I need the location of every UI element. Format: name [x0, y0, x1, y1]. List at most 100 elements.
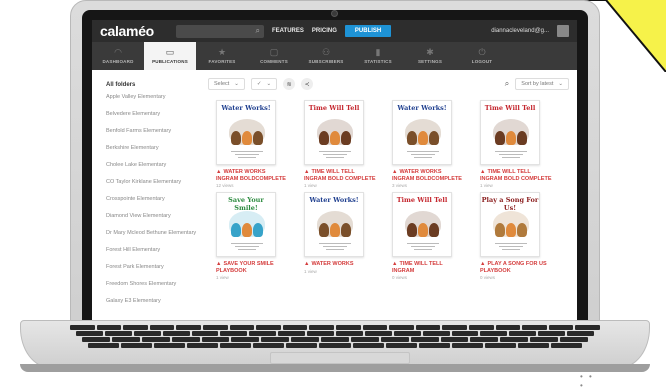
- publication-title-text: WATER WORKS: [311, 261, 354, 267]
- key: [154, 343, 186, 348]
- sidebar-folder[interactable]: Dr Mary Mcleod Bethune Elementary: [106, 230, 202, 247]
- publication-card[interactable]: Time Will Tell ▲ TIME WILL TELL INGRAM 0 vi…: [392, 192, 464, 280]
- cover-text-lines: [319, 151, 351, 160]
- tab-logout[interactable]: ⏻ LOGOUT: [456, 42, 508, 70]
- publication-title[interactable]: ▲ SAVE YOUR SMILE PLAYBOOK: [216, 261, 288, 274]
- tab-statistics[interactable]: ▮ STATISTICS: [352, 42, 404, 70]
- publication-title-text: TIME WILL TELL INGRAM: [392, 261, 443, 274]
- app-logo[interactable]: calaméo: [100, 23, 168, 39]
- cover-text-lines: [231, 243, 263, 252]
- lock-icon: ▲: [304, 261, 310, 267]
- publication-cover[interactable]: Save Your Smile!: [216, 192, 276, 257]
- publication-cover[interactable]: Time Will Tell: [480, 100, 540, 165]
- cover-title: Water Works!: [397, 104, 447, 112]
- publish-button[interactable]: PUBLISH: [344, 25, 392, 37]
- sidebar-folder[interactable]: Freedom Shores Elementary: [106, 281, 202, 298]
- search-box[interactable]: ⌕: [176, 24, 264, 38]
- sidebar-folder[interactable]: Galaxy E3 Elementary: [106, 298, 202, 315]
- key: [442, 325, 467, 330]
- avatar[interactable]: [557, 25, 569, 37]
- publication-title[interactable]: ▲ WATER WORKS: [304, 261, 376, 268]
- tab-subscribers[interactable]: ⚇ SUBSCRIBERS: [300, 42, 352, 70]
- action-dropdown[interactable]: ✓ ⌄: [250, 78, 278, 90]
- tab-favorites[interactable]: ★ FAVORITES: [196, 42, 248, 70]
- tab-settings[interactable]: ✱ SETTINGS: [404, 42, 456, 70]
- cover-title: Water Works!: [221, 104, 271, 112]
- publication-title[interactable]: ▲ TIME WILL TELL INGRAM BOLD COMPLETE: [304, 169, 376, 182]
- publication-cover[interactable]: Water Works!: [392, 100, 452, 165]
- key: [286, 343, 318, 348]
- publication-cover[interactable]: Time Will Tell: [304, 100, 364, 165]
- sidebar-folder[interactable]: Forest Hill Elementary: [106, 247, 202, 264]
- key: [393, 331, 421, 336]
- sidebar-folder[interactable]: CO Taylor Kirklane Elementary: [106, 179, 202, 196]
- comment-icon: ▢: [269, 47, 279, 57]
- chevron-down-icon: ⌄: [558, 81, 563, 87]
- cover-text-lines: [231, 151, 263, 160]
- key: [220, 331, 248, 336]
- publication-title[interactable]: ▲ WATER WORKS INGRAM BOLDCOMPLETE: [392, 169, 464, 182]
- tab-comments[interactable]: ▢ COMMENTS: [248, 42, 300, 70]
- lock-icon: ▲: [304, 169, 310, 175]
- key: [201, 337, 230, 342]
- key: [575, 325, 600, 330]
- key: [249, 331, 277, 336]
- key: [336, 331, 363, 336]
- tab-label: PUBLICATIONS: [152, 59, 188, 64]
- publication-card[interactable]: Water Works! ▲ WATER WORKS 1 view: [304, 192, 376, 280]
- publication-cover[interactable]: Play a Song For Us!: [480, 192, 540, 257]
- share-button[interactable]: ≺: [301, 78, 314, 90]
- key: [550, 343, 582, 348]
- laptop-base-edge: [20, 364, 650, 372]
- publication-card[interactable]: Save Your Smile! ▲ SAVE YOUR SMILE PLAYBOO…: [216, 192, 288, 280]
- key: [451, 331, 479, 336]
- sidebar-folder[interactable]: Benfold Farms Elementary: [106, 128, 202, 145]
- cover-illustration: [229, 211, 265, 237]
- publication-card[interactable]: Time Will Tell ▲ TIME WILL TELL INGRAM BOL…: [304, 100, 376, 188]
- sidebar-folder[interactable]: Apple Valley Elementary: [106, 94, 202, 111]
- share-icon: ≺: [304, 81, 310, 88]
- publication-card[interactable]: Water Works! ▲ WATER WORKS INGRAM BOLDCOMP…: [392, 100, 464, 188]
- trackpad: [270, 352, 410, 364]
- key: [141, 337, 170, 342]
- publication-cover[interactable]: Water Works!: [304, 192, 364, 257]
- lock-icon: ▲: [392, 261, 398, 267]
- key: [422, 331, 450, 336]
- search-icon[interactable]: ⌕: [505, 79, 509, 89]
- publication-title[interactable]: ▲ PLAY A SONG FOR US PLAYBOOK: [480, 261, 552, 274]
- publication-title[interactable]: ▲ TIME WILL TELL INGRAM BOLD COMPLETE: [480, 169, 552, 182]
- section-tabs: ◠ DASHBOARD ▭ PUBLICATIONS ★ FAVORITES ▢ COMMEN…: [92, 42, 577, 70]
- sidebar-folder[interactable]: Belvedere Elementary: [106, 111, 202, 128]
- publication-cover[interactable]: Water Works!: [216, 100, 276, 165]
- key: [111, 337, 140, 342]
- sidebar-folder[interactable]: Diamond View Elementary: [106, 213, 202, 230]
- tab-dashboard[interactable]: ◠ DASHBOARD: [92, 42, 144, 70]
- view-count: 3 views: [392, 183, 408, 188]
- sidebar-folder[interactable]: Crosspointe Elementary: [106, 196, 202, 213]
- tab-publications[interactable]: ▭ PUBLICATIONS: [144, 42, 196, 70]
- user-email[interactable]: diannacleveland@g...: [491, 28, 549, 34]
- sort-dropdown[interactable]: Sort by latest ⌄: [515, 78, 569, 90]
- layers-button[interactable]: ≋: [283, 78, 296, 90]
- publication-title[interactable]: ▲ WATER WORKS INGRAM BOLDCOMPLETE: [216, 169, 288, 182]
- key: [321, 337, 349, 342]
- select-dropdown[interactable]: Select ⌄: [208, 78, 245, 90]
- check-icon: ✓: [256, 81, 262, 87]
- sidebar-folder[interactable]: Berkshire Elementary: [106, 145, 202, 162]
- publication-card[interactable]: Water Works! ▲ WATER WORKS INGRAM BOLDCOMP…: [216, 100, 288, 188]
- publication-cover[interactable]: Time Will Tell: [392, 192, 452, 257]
- features-link[interactable]: FEATURES: [272, 28, 304, 34]
- key: [162, 331, 190, 336]
- pricing-link[interactable]: PRICING: [312, 28, 337, 34]
- view-count: 1 view: [480, 183, 493, 188]
- all-folders-heading[interactable]: All folders: [106, 82, 202, 88]
- publication-card[interactable]: Time Will Tell ▲ TIME WILL TELL INGRAM BOL…: [480, 100, 552, 188]
- key: [88, 343, 120, 348]
- publication-card[interactable]: Play a Song For Us! ▲ PLAY A SONG FOR US P…: [480, 192, 552, 280]
- sidebar-folder[interactable]: Cholee Lake Elementary: [106, 162, 202, 179]
- publication-title-text: SAVE YOUR SMILE PLAYBOOK: [216, 261, 274, 274]
- sidebar-folder[interactable]: Forest Park Elementary: [106, 264, 202, 281]
- folder-sidebar: All folders Apple Valley Elementary Belve…: [92, 70, 202, 335]
- key: [253, 343, 285, 348]
- publication-title[interactable]: ▲ TIME WILL TELL INGRAM: [392, 261, 464, 274]
